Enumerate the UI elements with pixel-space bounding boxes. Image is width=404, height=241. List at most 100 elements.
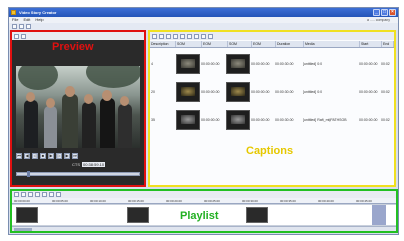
ruler-tick: 00:00:20.00 — [166, 199, 182, 203]
person-figure — [62, 94, 78, 148]
preview-label: Preview — [52, 41, 94, 53]
clip[interactable] — [16, 207, 38, 223]
seek-bar[interactable] — [16, 171, 140, 177]
captions-header: Description SOM EOM SOM EOM Duration Med… — [150, 41, 394, 48]
col-media[interactable]: Media — [304, 41, 360, 47]
open-icon[interactable] — [19, 24, 24, 29]
timecode: CTS 00:38:59.10 — [72, 161, 106, 168]
window-title: Video Story Creator — [19, 10, 57, 15]
save-icon[interactable] — [26, 24, 31, 29]
remove-clip-icon[interactable] — [21, 192, 26, 197]
grid-icon[interactable] — [187, 33, 192, 39]
person-head — [120, 96, 129, 106]
rewind-icon[interactable]: ◀ — [24, 153, 30, 159]
som-cell: 00:00:00.00 — [201, 62, 220, 66]
ruler-tick: 00:00:40.00 — [318, 199, 334, 203]
settings-icon[interactable] — [208, 33, 213, 39]
playlist-label: Playlist — [180, 210, 219, 222]
close-button[interactable]: × — [389, 9, 396, 16]
minimize-button[interactable]: _ — [373, 9, 380, 16]
playlist-toolbar — [12, 191, 396, 198]
preview-panel: Preview ⏮ ◀ ◁ ■ ▶ ▷ ▶ ⏭ CTS 00:38:59.10 — [10, 30, 146, 187]
redo-icon[interactable] — [201, 33, 206, 39]
thumbnail — [226, 82, 250, 102]
person-figure — [100, 98, 115, 148]
ruler-tick: 00:00:45.00 — [356, 199, 372, 203]
time-value[interactable]: 00:38:59.10 — [82, 162, 106, 167]
person-head — [84, 94, 93, 104]
playlist-scrollbar[interactable] — [12, 226, 396, 231]
person-head — [46, 98, 55, 108]
start-cell: 00:00:00.00 — [359, 90, 378, 94]
table-row[interactable]: 4 00:00:00.00 00:00:00.00 00:00:30.00 [u… — [150, 52, 394, 76]
person-head — [102, 90, 112, 101]
thumbnail — [226, 110, 250, 130]
ruler-tick: 00:00:00.00 — [14, 199, 30, 203]
time-label: CTS — [72, 162, 80, 167]
col-som-2[interactable]: SOM — [228, 41, 252, 47]
table-row[interactable]: 20 00:00:00.00 00:00:00.00 00:00:30.00 [… — [150, 80, 394, 104]
ruler-tick: 00:00:30.00 — [242, 199, 258, 203]
scroll-thumb[interactable] — [14, 228, 32, 231]
stop-icon[interactable]: ■ — [40, 153, 46, 159]
media-cell: [untitled] Raft_mt|PATHSOB — [303, 118, 347, 122]
timeline-ruler[interactable]: 00:00:00.00 00:00:05.00 00:00:10.00 00:0… — [12, 198, 396, 204]
col-eom[interactable]: EOM — [202, 41, 228, 47]
col-eom-2[interactable]: EOM — [252, 41, 276, 47]
col-end[interactable]: End — [382, 41, 394, 47]
thumbnail — [226, 54, 250, 74]
person-head — [65, 86, 75, 97]
ruler-tick: 00:00:10.00 — [90, 199, 106, 203]
fast-forward-icon[interactable]: ▶ — [64, 153, 70, 159]
cut-icon[interactable] — [166, 33, 171, 39]
step-back-icon[interactable]: ◁ — [32, 153, 38, 159]
duration-cell: 00:00:30.00 — [275, 90, 294, 94]
add-clip-icon[interactable] — [14, 192, 19, 197]
undo-icon[interactable] — [194, 33, 199, 39]
play-icon[interactable]: ▶ — [48, 153, 54, 159]
media-cell: [untitled] 0:0 — [303, 62, 323, 66]
som-cell: 00:00:00.00 — [251, 62, 270, 66]
selected-region[interactable] — [372, 205, 386, 225]
col-som[interactable]: SOM — [176, 41, 202, 47]
zoom-out-icon[interactable] — [35, 192, 40, 197]
paste-icon[interactable] — [180, 33, 185, 39]
col-description[interactable]: Description — [150, 41, 176, 47]
marker-icon[interactable] — [56, 192, 61, 197]
window-buttons: _ □ × — [373, 9, 396, 16]
add-icon[interactable] — [152, 33, 157, 39]
delete-icon[interactable] — [159, 33, 164, 39]
seek-handle[interactable] — [27, 171, 30, 177]
copy-icon[interactable] — [173, 33, 178, 39]
ruler-tick: 00:00:35.00 — [280, 199, 296, 203]
end-cell: 00:02 — [381, 118, 390, 122]
skip-start-icon[interactable]: ⏮ — [16, 153, 22, 159]
title-bar: Video Story Creator _ □ × — [9, 8, 398, 17]
end-cell: 00:02 — [381, 62, 390, 66]
fit-icon[interactable] — [21, 33, 26, 39]
col-start[interactable]: Start — [360, 41, 382, 47]
zoom-icon[interactable] — [14, 33, 19, 39]
row-number: 35 — [151, 118, 155, 122]
som-cell: 00:00:00.00 — [201, 90, 220, 94]
maximize-button[interactable]: □ — [381, 9, 388, 16]
ruler-tick: 00:00:05.00 — [52, 199, 68, 203]
row-number: 4 — [151, 62, 153, 66]
split-icon[interactable] — [42, 192, 47, 197]
link-icon[interactable] — [49, 192, 54, 197]
clip[interactable] — [246, 207, 268, 223]
clip[interactable] — [127, 207, 149, 223]
table-row[interactable]: 35 00:00:00.00 00:00:00.00 00:00:30.00 [… — [150, 108, 394, 132]
captions-panel: Description SOM EOM SOM EOM Duration Med… — [148, 30, 396, 187]
col-duration[interactable]: Duration — [276, 41, 304, 47]
ruler-tick: 00:00:15.00 — [128, 199, 144, 203]
skip-end-icon[interactable]: ⏭ — [72, 153, 78, 159]
step-forward-icon[interactable]: ▷ — [56, 153, 62, 159]
ruler-tick: 00:00:25.00 — [204, 199, 220, 203]
new-icon[interactable] — [12, 24, 17, 29]
tree-shape — [86, 66, 140, 88]
zoom-in-icon[interactable] — [28, 192, 33, 197]
person-figure — [24, 100, 38, 148]
playlist-panel: 00:00:00.00 00:00:05.00 00:00:10.00 00:0… — [10, 189, 398, 233]
media-cell: [untitled] 0:0 — [303, 90, 323, 94]
